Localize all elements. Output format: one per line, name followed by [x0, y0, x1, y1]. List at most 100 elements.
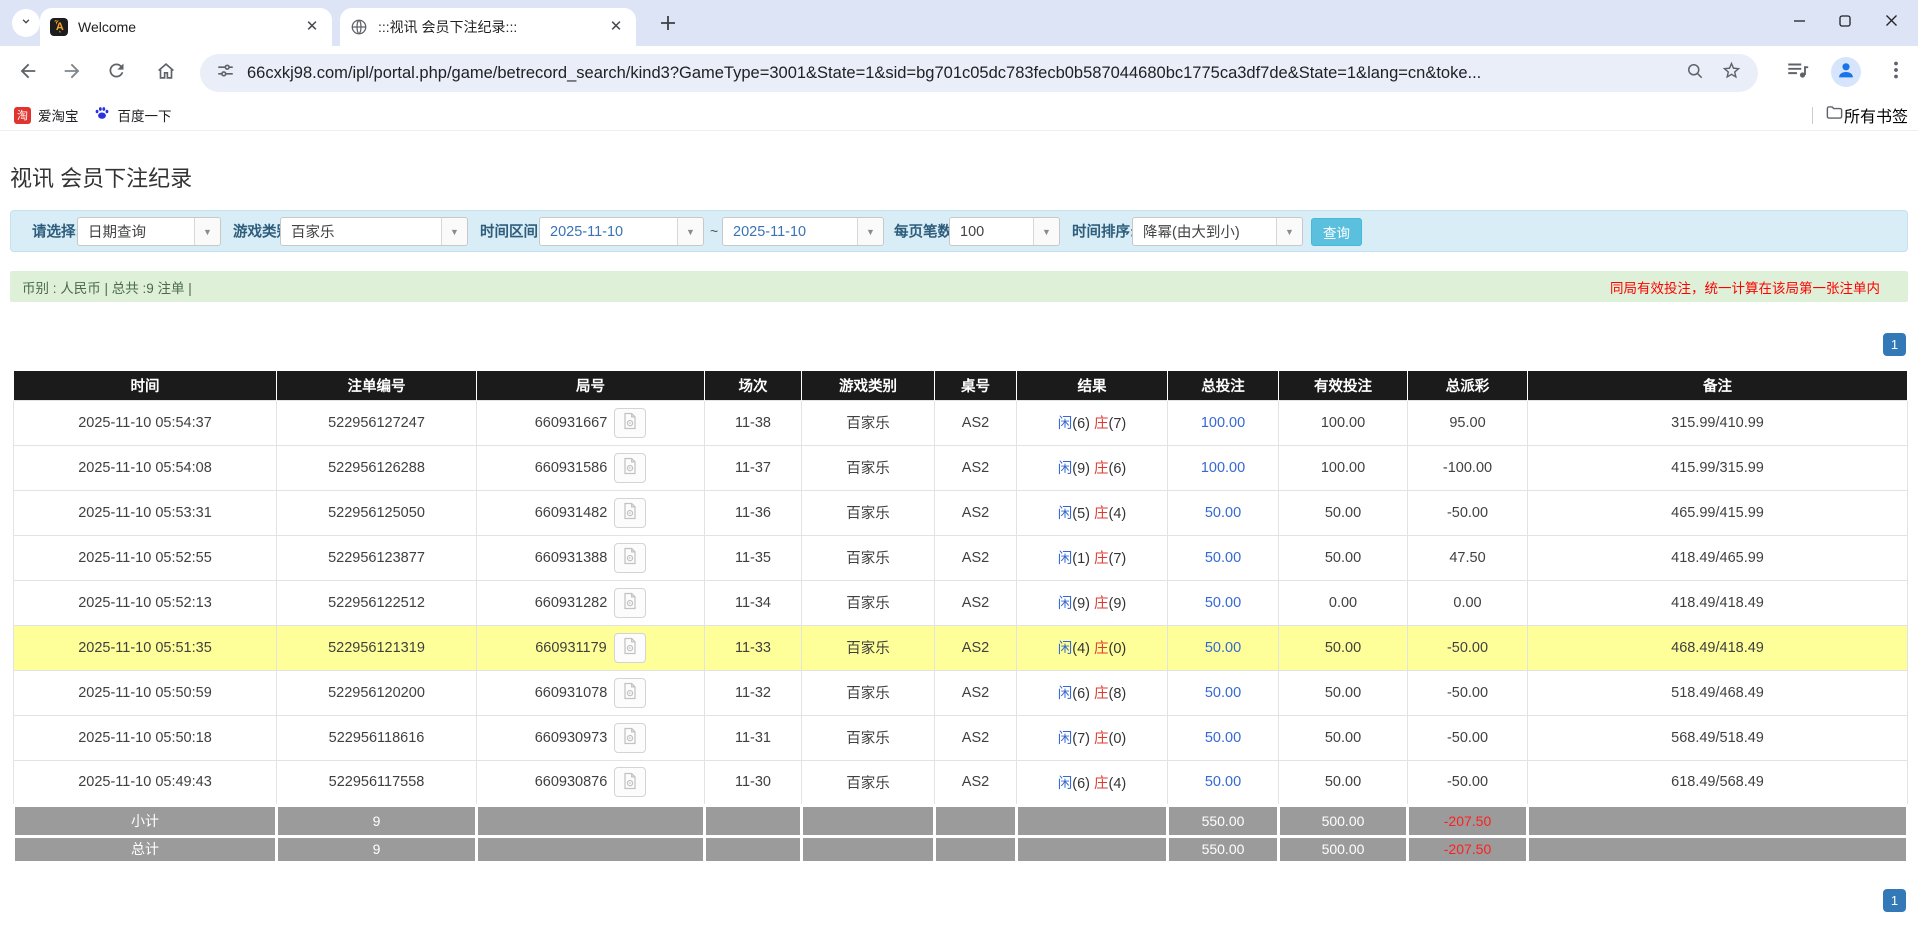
table-row: 2025-11-10 05:54:08 522956126288 6609315…	[14, 445, 1908, 490]
dropdown-arrow-icon: ▼	[194, 218, 220, 245]
cell-result: 闲(6) 庄(4)	[1017, 760, 1168, 805]
video-replay-button[interactable]	[614, 678, 646, 708]
cell-session: 11-36	[705, 490, 802, 535]
range-tilde: ~	[710, 223, 718, 239]
video-replay-button[interactable]	[614, 498, 646, 528]
cell-valid-bet: 50.00	[1279, 760, 1408, 805]
window-maximize-button[interactable]	[1822, 0, 1868, 46]
cell-round-number: 660931282	[477, 580, 705, 625]
video-replay-button[interactable]	[614, 588, 646, 618]
total-bet-link[interactable]: 100.00	[1201, 460, 1245, 476]
back-arrow-icon	[17, 60, 39, 87]
reload-icon	[106, 60, 127, 86]
cell-note: 465.99/415.99	[1528, 490, 1908, 535]
total-bet-link[interactable]: 50.00	[1205, 550, 1241, 566]
per-page-select[interactable]: 100 ▼	[949, 217, 1060, 246]
tab-search-button[interactable]	[12, 9, 40, 37]
cell-valid-bet: 50.00	[1279, 625, 1408, 670]
column-header: 总投注	[1168, 371, 1279, 400]
reload-button[interactable]	[96, 53, 136, 93]
cell-payout: -50.00	[1408, 715, 1528, 760]
cell-bet-number: 522956123877	[277, 535, 477, 580]
cell-valid-bet: 0.00	[1279, 580, 1408, 625]
site-info-icon[interactable]	[216, 61, 235, 85]
video-replay-button[interactable]	[614, 543, 646, 573]
total-bet-link[interactable]: 50.00	[1205, 640, 1241, 656]
tab-close-icon[interactable]: ✕	[606, 17, 626, 37]
zoom-magnifier-icon[interactable]	[1685, 61, 1705, 86]
select-type-label: 请选择:	[32, 221, 80, 242]
date-to-select[interactable]: 2025-11-10 ▼	[722, 217, 884, 246]
table-row: 2025-11-10 05:51:35 522956121319 6609311…	[14, 625, 1908, 670]
address-bar[interactable]: 66cxkj98.com/ipl/portal.php/game/betreco…	[200, 54, 1758, 92]
pagination-page-1-bottom[interactable]: 1	[1883, 889, 1906, 912]
cell-round-number: 660931586	[477, 445, 705, 490]
window-close-button[interactable]	[1868, 0, 1914, 46]
cell-total-bet: 50.00	[1168, 580, 1279, 625]
cell-time: 2025-11-10 05:51:35	[14, 625, 277, 670]
cell-total-bet: 50.00	[1168, 535, 1279, 580]
url-text[interactable]: 66cxkj98.com/ipl/portal.php/game/betreco…	[247, 64, 1669, 83]
bookmarks-bar: 淘 爱淘宝 百度一下 所有书签	[0, 100, 1918, 131]
column-header: 时间	[14, 371, 277, 400]
video-replay-button[interactable]	[614, 723, 646, 753]
cell-time: 2025-11-10 05:52:55	[14, 535, 277, 580]
browser-tab-welcome[interactable]: ᾏ Welcome ✕	[40, 8, 332, 46]
note-warning-text: 同局有效投注，统一计算在该局第一张注单内	[1610, 277, 1880, 297]
media-controls-button[interactable]	[1785, 57, 1811, 88]
person-icon	[1835, 59, 1857, 86]
forward-button[interactable]	[52, 53, 92, 93]
cell-time: 2025-11-10 05:52:13	[14, 580, 277, 625]
bookmark-baidu[interactable]: 百度一下	[93, 104, 172, 127]
total-bet-link[interactable]: 50.00	[1205, 595, 1241, 611]
total-bet-link[interactable]: 50.00	[1205, 685, 1241, 701]
date-from-value: 2025-11-10	[540, 218, 677, 245]
cell-table-number: AS2	[935, 580, 1017, 625]
per-page-value: 100	[950, 218, 1033, 245]
video-replay-button[interactable]	[614, 633, 646, 663]
dropdown-arrow-icon: ▼	[857, 218, 883, 245]
total-bet-link[interactable]: 100.00	[1201, 415, 1245, 431]
bookmark-star-icon[interactable]	[1721, 60, 1742, 86]
cell-table-number: AS2	[935, 715, 1017, 760]
filter-bar: 请选择: 日期查询 ▼ 游戏类别 百家乐 ▼ 时间区间: 2025-11-10 …	[10, 210, 1908, 252]
total-bet-link[interactable]: 50.00	[1205, 774, 1241, 790]
cell-payout: 0.00	[1408, 580, 1528, 625]
dropdown-arrow-icon: ▼	[1033, 218, 1059, 245]
browser-tab-strip: ᾏ Welcome ✕ :::视讯 会员下注纪录::: ✕	[0, 0, 1918, 46]
cell-note: 418.49/465.99	[1528, 535, 1908, 580]
profile-avatar-button[interactable]	[1831, 57, 1861, 87]
cell-result: 闲(1) 庄(7)	[1017, 535, 1168, 580]
all-bookmarks-button[interactable]: 所有书签	[1812, 103, 1908, 127]
time-range-label: 时间区间:	[480, 221, 543, 242]
date-from-select[interactable]: 2025-11-10 ▼	[539, 217, 704, 246]
bookmark-aitaobao[interactable]: 淘 爱淘宝	[14, 105, 79, 125]
browser-menu-button[interactable]	[1884, 57, 1908, 88]
cell-total-bet: 100.00	[1168, 445, 1279, 490]
video-file-icon	[620, 681, 640, 704]
video-replay-button[interactable]	[614, 453, 646, 483]
cell-payout: 47.50	[1408, 535, 1528, 580]
total-bet-link[interactable]: 50.00	[1205, 730, 1241, 746]
game-type-select[interactable]: 百家乐 ▼	[280, 217, 468, 246]
pagination-page-1-top[interactable]: 1	[1883, 333, 1906, 356]
cell-session: 11-32	[705, 670, 802, 715]
total-bet-link[interactable]: 50.00	[1205, 505, 1241, 521]
video-replay-button[interactable]	[614, 408, 646, 438]
back-button[interactable]	[8, 53, 48, 93]
column-header: 游戏类别	[802, 371, 935, 400]
cell-time: 2025-11-10 05:49:43	[14, 760, 277, 805]
new-tab-button[interactable]	[656, 11, 680, 35]
subtotal-count: 9	[277, 805, 477, 836]
browser-tab-betrecord[interactable]: :::视讯 会员下注纪录::: ✕	[340, 8, 636, 46]
sort-select[interactable]: 降幂(由大到小) ▼	[1132, 217, 1303, 246]
query-type-select[interactable]: 日期查询 ▼	[77, 217, 221, 246]
tab-close-icon[interactable]: ✕	[302, 17, 322, 37]
home-button[interactable]	[146, 53, 186, 93]
window-minimize-button[interactable]	[1776, 0, 1822, 46]
video-replay-button[interactable]	[614, 767, 646, 797]
search-button[interactable]: 查询	[1311, 218, 1362, 246]
video-file-icon	[620, 501, 640, 524]
cell-bet-number: 522956122512	[277, 580, 477, 625]
total-count: 9	[277, 836, 477, 862]
